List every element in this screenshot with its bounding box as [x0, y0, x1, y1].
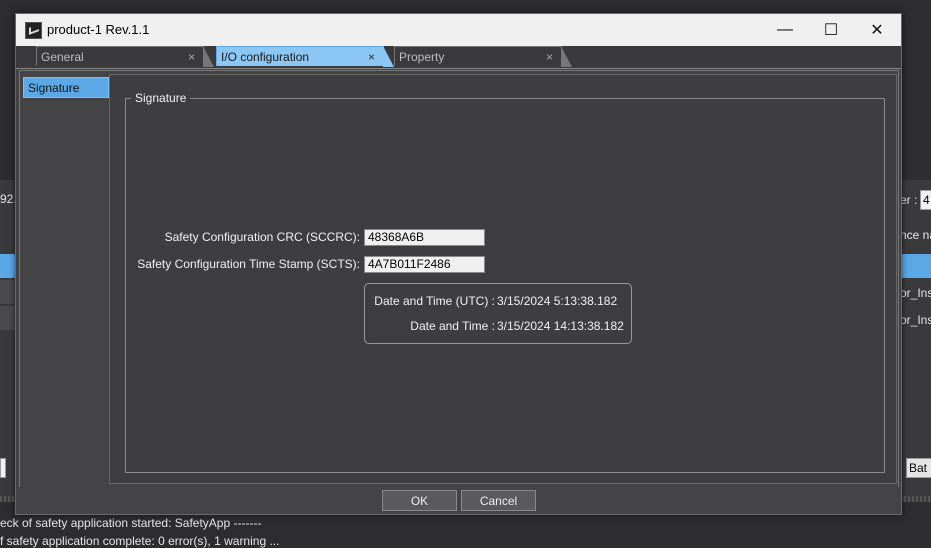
background-right-row: or_Ins: [900, 286, 931, 300]
sccrc-field[interactable]: 48368A6B: [364, 229, 485, 246]
tab-edge: [561, 46, 572, 67]
tab-property[interactable]: Property ×: [394, 46, 572, 67]
maximize-button[interactable]: ☐: [808, 14, 854, 46]
tab-general[interactable]: General ×: [36, 46, 214, 67]
local-time-value: 3/15/2024 14:13:38.182: [497, 319, 624, 333]
background-left-input: [0, 458, 6, 478]
tab-close-icon[interactable]: ×: [188, 47, 195, 67]
background-log-line: f safety application complete: 0 error(s…: [0, 534, 280, 548]
sccrc-label: Safety Configuration CRC (SCCRC):: [164, 230, 360, 244]
tab-close-icon[interactable]: ×: [546, 47, 553, 67]
background-app-left-panel: [0, 180, 15, 500]
background-log-line: eck of safety application started: Safet…: [0, 516, 262, 530]
dialog-body: Signature Signature Safety Configuration…: [19, 70, 899, 488]
scts-label: Safety Configuration Time Stamp (SCTS):: [137, 257, 360, 271]
minimize-icon: —: [777, 21, 793, 38]
background-left-selected-row: [0, 254, 15, 278]
tab-edge: [203, 46, 214, 67]
background-right-label: er :: [900, 193, 918, 207]
window-title: product-1 Rev.1.1: [47, 22, 150, 37]
signature-dialog: product-1 Rev.1.1 — ☐ ✕ General × I/O co…: [15, 13, 902, 515]
signature-panel: Signature Safety Configuration CRC (SCCR…: [109, 74, 897, 484]
utc-time-value: 3/15/2024 5:13:38.182: [497, 294, 618, 308]
maximize-icon: ☐: [823, 22, 839, 39]
background-right-selected-row: [900, 254, 931, 278]
close-icon: ✕: [870, 22, 884, 39]
dialog-footer: OK Cancel: [16, 487, 901, 513]
close-button[interactable]: ✕: [854, 14, 900, 46]
group-title: Signature: [131, 91, 191, 105]
signature-groupbox: Signature Safety Configuration CRC (SCCR…: [125, 91, 885, 473]
local-time-label: Date and Time :: [410, 319, 495, 333]
tab-close-icon[interactable]: ×: [368, 47, 375, 67]
ok-button[interactable]: OK: [382, 490, 457, 511]
background-left-row: [0, 306, 15, 330]
tab-strip: General × I/O configuration × Property ×: [16, 46, 901, 69]
background-right-button[interactable]: Bat: [906, 458, 931, 478]
app-icon: [25, 22, 42, 39]
tab-label: Property: [399, 50, 445, 64]
timestamp-tooltip: Date and Time (UTC) : 3/15/2024 5:13:38.…: [364, 283, 632, 344]
scts-field[interactable]: 4A7B011F2486: [364, 256, 485, 273]
tab-edge: [383, 46, 394, 67]
tab-io-configuration[interactable]: I/O configuration ×: [216, 46, 394, 67]
cancel-button[interactable]: Cancel: [461, 490, 536, 511]
nav-item-signature[interactable]: Signature: [23, 77, 109, 98]
background-right-row: or_Ins: [900, 313, 931, 327]
side-navigation: Signature: [23, 74, 111, 486]
tab-label: General: [41, 50, 84, 64]
tab-label: I/O configuration: [221, 50, 310, 64]
utc-time-label: Date and Time (UTC) :: [374, 294, 495, 308]
title-bar[interactable]: product-1 Rev.1.1 — ☐ ✕: [16, 14, 901, 46]
background-right-input[interactable]: 4: [920, 190, 931, 210]
minimize-button[interactable]: —: [762, 14, 808, 46]
background-column-header: nce na: [900, 228, 931, 242]
background-left-row: [0, 280, 15, 304]
